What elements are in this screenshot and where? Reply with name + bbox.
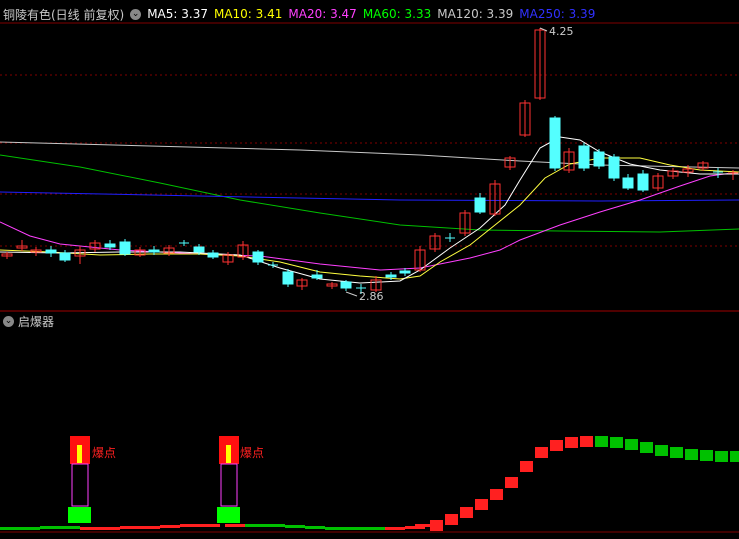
indicator-bar	[535, 447, 548, 458]
high-price-label: 4.25	[549, 25, 574, 38]
chart-header: 铜陵有色(日线 前复权) ⌄ MA5: 3.37 MA10: 3.41 MA20…	[0, 5, 601, 23]
indicator-bar	[475, 499, 488, 510]
candle-body	[45, 249, 57, 254]
candle-body	[637, 173, 649, 191]
signal-frame	[220, 463, 238, 507]
candle-body	[399, 270, 411, 274]
indicator-bar	[625, 439, 638, 450]
chevron-down-icon[interactable]: ⌄	[130, 8, 142, 20]
candle-body	[549, 117, 561, 169]
candlesticks[interactable]	[1, 28, 738, 294]
ma10-value: MA10: 3.41	[213, 7, 283, 21]
signal-markers: 爆点 爆点	[68, 436, 264, 523]
indicator-bar	[505, 477, 518, 488]
candle-body	[311, 274, 323, 279]
indicator-bar	[305, 526, 325, 529]
indicator-bar	[670, 447, 683, 458]
indicator-bar	[80, 527, 100, 530]
candle-body	[474, 197, 486, 213]
indicator-bar	[160, 525, 180, 528]
indicator-bar	[700, 450, 713, 461]
candle-body	[59, 252, 71, 261]
signal-base	[217, 507, 240, 523]
low-price-label: 2.86	[359, 290, 384, 303]
candle-body	[608, 156, 620, 179]
ma5-value: MA5: 3.37	[147, 7, 208, 21]
candle-body	[282, 271, 294, 285]
indicator-bar	[225, 524, 245, 527]
indicator-bar	[655, 445, 668, 456]
chevron-down-icon[interactable]: ⌄	[3, 315, 14, 327]
indicator-name: 启爆器	[18, 314, 55, 329]
indicator-bar	[685, 449, 698, 460]
indicator-bar	[100, 527, 120, 530]
indicator-bar	[245, 524, 265, 527]
ma250-value: MA250: 3.39	[519, 7, 596, 21]
indicator-bar	[730, 451, 739, 462]
candle-body	[622, 177, 634, 189]
signal-frame	[71, 463, 89, 507]
indicator-bar	[460, 507, 473, 518]
candle-body	[104, 243, 116, 248]
ma120-line	[0, 141, 739, 169]
indicator-bar	[715, 451, 728, 462]
candle-body	[207, 252, 219, 258]
candle-body	[252, 251, 264, 263]
annotation-leader	[345, 291, 358, 297]
indicator-bar	[285, 525, 305, 528]
price-annotations: 4.25 2.86	[345, 25, 574, 303]
indicator-bar	[550, 440, 563, 451]
ma20-value: MA20: 3.47	[288, 7, 357, 21]
indicator-bar	[0, 527, 20, 530]
ma250-line	[0, 191, 739, 202]
indicator-bar	[325, 527, 345, 530]
candle-body	[193, 246, 205, 253]
indicator-bar	[40, 526, 60, 529]
ma60-value: MA60: 3.33	[362, 7, 432, 21]
indicator-bar	[610, 437, 623, 448]
indicator-bar	[565, 437, 578, 448]
indicator-bar	[430, 520, 443, 531]
indicator-bar	[265, 524, 285, 527]
indicator-bar	[520, 461, 533, 472]
signal-base	[68, 507, 91, 523]
indicator-bar	[640, 442, 653, 453]
signal-label: 爆点	[92, 446, 116, 460]
candle-body	[593, 151, 605, 167]
indicator-bar	[60, 526, 80, 529]
ma5-line	[0, 136, 739, 284]
indicator-header: ⌄ 启爆器	[0, 313, 54, 329]
signal-core	[226, 445, 231, 463]
indicator-bar	[385, 527, 405, 530]
candle-body	[119, 241, 131, 255]
indicator-bar	[120, 526, 140, 529]
indicator-bar	[490, 489, 503, 500]
signal-core	[77, 445, 82, 463]
candle-body	[148, 249, 160, 253]
indicator-bar	[140, 526, 160, 529]
indicator-bar	[595, 436, 608, 447]
indicator-bar	[365, 527, 385, 530]
indicator-bar	[20, 527, 40, 530]
kline-chart[interactable]: 4.25 2.86 爆点 爆点	[0, 0, 739, 539]
signal-label: 爆点	[240, 446, 264, 460]
moving-average-lines	[0, 136, 739, 284]
candle-body	[385, 274, 397, 278]
indicator-bar	[345, 527, 365, 530]
stock-title: 铜陵有色(日线 前复权)	[3, 7, 125, 22]
candle-body	[578, 145, 590, 169]
candle-body	[340, 281, 352, 289]
indicator-bar	[180, 524, 200, 527]
ma120-value: MA120: 3.39	[437, 7, 514, 21]
indicator-bar	[445, 514, 458, 525]
indicator-bar	[580, 436, 593, 447]
indicator-bar	[200, 524, 220, 527]
